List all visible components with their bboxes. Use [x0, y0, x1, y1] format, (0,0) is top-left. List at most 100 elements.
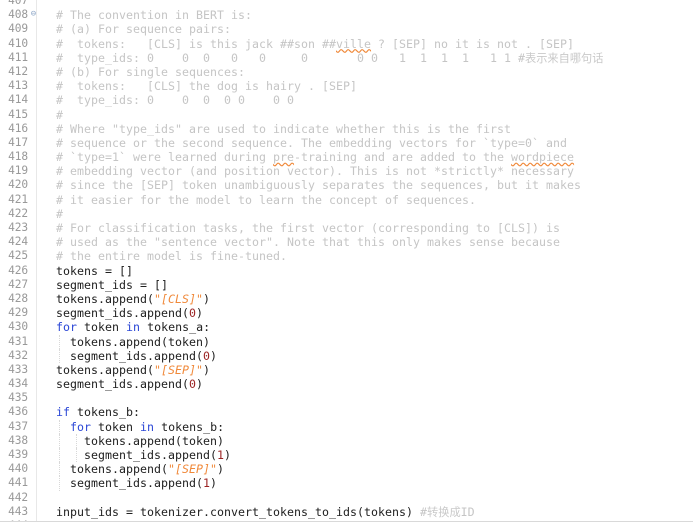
code-line[interactable]: 441 segment_ids.append(1) — [0, 476, 693, 491]
code-line[interactable]: 425 # the entire model is fine-tuned. — [0, 249, 693, 263]
code-line[interactable]: 424 # used as the "sentence vector". Not… — [0, 235, 693, 249]
line-content[interactable]: # (a) For sequence pairs: — [42, 22, 231, 36]
code-line[interactable]: 436 if tokens_b: — [0, 405, 693, 419]
code-line[interactable]: 440 tokens.append("[SEP]") — [0, 462, 693, 477]
code-line[interactable]: 443 input_ids = tokenizer.convert_tokens… — [0, 505, 693, 519]
line-content[interactable]: for token in tokens_b: — [42, 420, 224, 434]
code-token: # The convention in BERT is: — [42, 8, 253, 23]
code-line[interactable]: 421 # it easier for the model to learn t… — [0, 193, 693, 207]
code-line[interactable]: 426 tokens = [] — [0, 264, 693, 278]
line-number: 439 — [8, 448, 28, 461]
code-line[interactable]: 431 tokens.append(token) — [0, 334, 693, 349]
code-token: # For classification tasks, the first ve… — [42, 221, 561, 235]
code-token: ) — [210, 476, 218, 491]
code-line[interactable]: 422 # — [0, 207, 693, 221]
line-content[interactable]: # — [42, 108, 63, 122]
code-line[interactable]: 442 — [0, 491, 693, 505]
code-line[interactable]: 418 # `type=1` were learned during pre-t… — [0, 150, 693, 164]
line-content[interactable]: # the entire model is fine-tuned. — [42, 249, 287, 263]
line-content[interactable]: segment_ids = [] — [42, 278, 168, 292]
line-content[interactable]: # sequence or the second sequence. The e… — [42, 136, 567, 150]
code-line[interactable]: 430 for token in tokens_a: — [0, 320, 693, 334]
line-content[interactable]: tokens = [] — [42, 264, 133, 278]
line-content[interactable]: input_ids = tokenizer.convert_tokens_to_… — [42, 505, 475, 520]
line-content[interactable]: tokens.append("[SEP]") — [42, 363, 210, 377]
line-number: 422 — [8, 206, 28, 220]
line-content[interactable]: # embedding vector (and position vector)… — [42, 164, 574, 178]
line-content[interactable]: # (b) For single sequences: — [42, 65, 245, 79]
line-content[interactable]: # since the [SEP] token unambiguously se… — [42, 178, 581, 192]
line-content[interactable]: tokens.append(token) — [42, 335, 210, 349]
line-content[interactable]: # it easier for the model to learn the c… — [42, 193, 476, 207]
code-line[interactable]: 433 tokens.append("[SEP]") — [0, 363, 693, 377]
code-token: ? [SEP] no it is not . [SEP] — [371, 36, 575, 51]
line-content[interactable]: segment_ids.append(1) — [42, 476, 217, 490]
code-lines[interactable]: 407 408 ⊖ # The convention in BERT is: 409 … — [0, 0, 693, 525]
code-line[interactable]: 414 # type_ids: 0 0 0 0 0 0 0 — [0, 93, 693, 107]
code-editor[interactable]: 407 408 ⊖ # The convention in BERT is: 409 … — [0, 0, 693, 525]
line-content[interactable]: segment_ids.append(0) — [42, 377, 203, 391]
line-content[interactable]: tokens.append("[CLS]") — [42, 292, 210, 306]
code-line[interactable]: 411 # type_ids: 0 0 0 0 0 0 0 0 1 1 1 1 … — [0, 51, 693, 65]
code-token: # sequence or the second sequence. The e… — [42, 135, 568, 150]
code-line[interactable]: 407 — [0, 0, 693, 8]
code-token: # it easier for the model to learn the c… — [42, 192, 477, 207]
line-content[interactable]: # For classification tasks, the first ve… — [42, 221, 560, 235]
line-number: 411 — [8, 50, 28, 64]
code-line[interactable]: 416 # Where "type_ids" are used to indic… — [0, 122, 693, 136]
line-content[interactable]: segment_ids.append(0) — [42, 349, 217, 363]
code-line[interactable]: 432 segment_ids.append(0) — [0, 348, 693, 363]
line-content[interactable]: segment_ids.append(0) — [42, 306, 203, 320]
line-content[interactable]: # The convention in BERT is: — [42, 8, 252, 22]
code-token: ) — [224, 448, 232, 462]
line-content[interactable]: if tokens_b: — [42, 405, 140, 419]
code-line[interactable]: 408 ⊖ # The convention in BERT is: — [0, 8, 693, 22]
fold-collapse-icon[interactable]: ⊖ — [29, 8, 38, 22]
line-number: 434 — [8, 377, 28, 391]
line-number: 430 — [8, 320, 28, 334]
line-content[interactable]: # type_ids: 0 0 0 0 0 0 0 — [42, 93, 294, 107]
code-line[interactable]: 412 # (b) For single sequences: — [0, 65, 693, 79]
code-line[interactable]: 437 for token in tokens_b: — [0, 419, 693, 434]
code-line[interactable]: 409 # (a) For sequence pairs: — [0, 22, 693, 36]
code-line[interactable]: 439 segment_ids.append(1) — [0, 448, 693, 463]
line-content[interactable]: segment_ids.append(1) — [42, 448, 231, 462]
code-token: -training and are added to the — [294, 150, 512, 165]
code-line[interactable]: 435 — [0, 391, 693, 405]
code-token: 1 — [217, 448, 225, 462]
line-content[interactable]: # `type=1` were learned during pre-train… — [42, 150, 574, 164]
line-number: 441 — [8, 476, 28, 490]
code-token: in — [140, 419, 155, 434]
code-token: ) — [196, 377, 204, 392]
line-content[interactable]: tokens.append("[SEP]") — [42, 462, 224, 476]
code-line[interactable]: 428 tokens.append("[CLS]") — [0, 292, 693, 306]
line-content[interactable]: for token in tokens_a: — [42, 320, 210, 334]
code-line[interactable]: 419 # embedding vector (and position vec… — [0, 164, 693, 178]
line-content[interactable]: tokens.append(token) — [42, 434, 224, 448]
line-content[interactable]: # — [42, 207, 63, 221]
code-line[interactable]: 413 # tokens: [CLS] the dog is hairy . [… — [0, 79, 693, 93]
code-line[interactable]: 429 segment_ids.append(0) — [0, 306, 693, 320]
code-line[interactable]: 427 segment_ids = [] — [0, 278, 693, 292]
code-token: # (a) For sequence pairs: — [42, 22, 232, 37]
line-content[interactable]: # tokens: [CLS] the dog is hairy . [SEP] — [42, 79, 357, 93]
code-token: # — [420, 504, 428, 519]
code-line[interactable]: 410 # tokens: [CLS] is this jack ##son #… — [0, 37, 693, 51]
code-token: tokens.append(token) — [42, 334, 211, 349]
line-content[interactable]: # Where "type_ids" are used to indicate … — [42, 122, 511, 136]
code-token: ) — [203, 291, 211, 306]
code-token: tokens.append( — [42, 291, 155, 306]
code-token: # `type=1` were learned during — [42, 150, 274, 165]
line-number: 408 — [8, 8, 28, 22]
line-content[interactable]: # tokens: [CLS] is this jack ##son ##vil… — [42, 37, 574, 51]
line-content[interactable]: # type_ids: 0 0 0 0 0 0 0 0 1 1 1 1 1 1 … — [42, 51, 603, 66]
code-token: tokens_a: — [140, 320, 211, 335]
code-line[interactable]: 434 segment_ids.append(0) — [0, 377, 693, 391]
code-line[interactable]: 417 # sequence or the second sequence. T… — [0, 136, 693, 150]
code-line[interactable]: 438 tokens.append(token) — [0, 433, 693, 448]
code-line[interactable]: 420 # since the [SEP] token unambiguousl… — [0, 178, 693, 192]
code-line[interactable]: 415 # — [0, 108, 693, 122]
line-content[interactable]: # used as the "sentence vector". Note th… — [42, 235, 560, 249]
code-line[interactable]: 423 # For classification tasks, the firs… — [0, 221, 693, 235]
